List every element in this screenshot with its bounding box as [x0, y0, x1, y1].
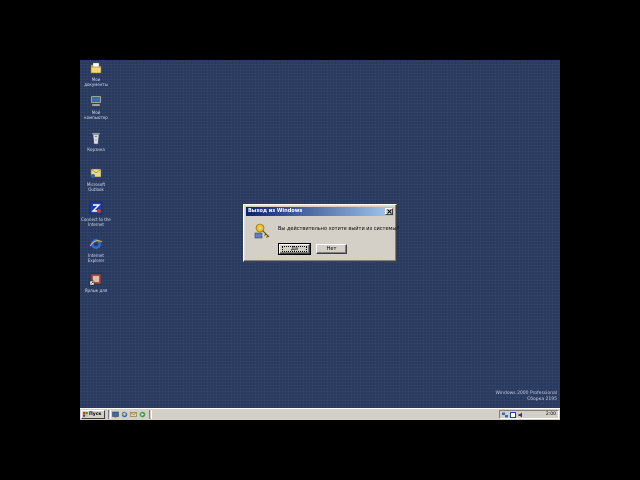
desktop: Мои документы Мой компьютер Корзина Micr…: [80, 60, 560, 408]
close-icon: [387, 209, 392, 214]
windows-logo-icon: [83, 412, 88, 417]
taskbar-separator: [108, 410, 111, 419]
dialog-titlebar[interactable]: Выход из Windows: [246, 207, 394, 216]
desktop-icon-my-computer[interactable]: Мой компьютер: [80, 94, 112, 120]
taskbar-separator: [149, 410, 152, 419]
os-version-watermark: Windows 2000 Professional Сборка 2195: [496, 391, 557, 403]
desktop-icon-shortcut[interactable]: Ярлык для: [80, 272, 112, 293]
internet-connect-icon: [89, 201, 103, 215]
media-player-icon[interactable]: [139, 411, 146, 418]
dialog-title: Выход из Windows: [248, 208, 303, 214]
desktop-icon-label: Internet: [88, 222, 104, 227]
language-indicator-icon[interactable]: [510, 412, 516, 418]
outlook-express-icon[interactable]: [130, 411, 137, 418]
my-computer-icon: [90, 95, 102, 107]
internet-explorer-icon[interactable]: [121, 411, 128, 418]
watermark-line: Сборка 2195: [527, 397, 557, 402]
clock[interactable]: 2:00: [546, 411, 556, 418]
shortcut-icon: [89, 273, 102, 286]
desktop-icon-label: Ярлык для: [84, 288, 108, 293]
start-label: Пуск: [89, 412, 102, 417]
no-button[interactable]: Нет: [316, 244, 347, 254]
outlook-icon: [90, 168, 102, 178]
recycle-bin-icon: [91, 132, 101, 145]
logoff-key-icon: [254, 223, 270, 239]
network-icon[interactable]: [502, 412, 508, 418]
desktop-icon-recycle-bin[interactable]: Корзина: [80, 131, 112, 152]
desktop-icon-label: Explorer: [87, 258, 105, 263]
desktop-icon-outlook[interactable]: Microsoft Outlook: [80, 166, 112, 192]
desktop-icon-label: Outlook: [88, 187, 104, 192]
screen: Мои документы Мой компьютер Корзина Micr…: [80, 60, 560, 420]
volume-icon[interactable]: [518, 412, 524, 418]
desktop-icon-internet-explorer[interactable]: Internet Explorer: [80, 237, 112, 263]
logoff-dialog: Выход из Windows Вы действительно хотите…: [243, 204, 399, 262]
close-button[interactable]: [385, 208, 393, 215]
desktop-icon-label: компьютер: [84, 115, 108, 120]
my-documents-icon: [90, 62, 102, 74]
desktop-icon-label: документы: [84, 82, 108, 87]
taskbar: Пуск 2:00: [80, 408, 560, 420]
show-desktop-icon[interactable]: [112, 411, 119, 418]
desktop-icon-my-documents[interactable]: Мои документы: [80, 61, 112, 87]
start-button[interactable]: Пуск: [81, 410, 105, 419]
desktop-icon-connect-internet[interactable]: Connect to the Internet: [80, 201, 112, 227]
system-tray: 2:00: [499, 410, 559, 419]
dialog-message: Вы действительно хотите выйти из системы…: [278, 226, 399, 232]
yes-button[interactable]: Да: [278, 243, 311, 255]
focus-rect: [282, 246, 307, 252]
desktop-icon-label: Корзина: [87, 147, 105, 152]
internet-explorer-icon: [89, 239, 103, 249]
